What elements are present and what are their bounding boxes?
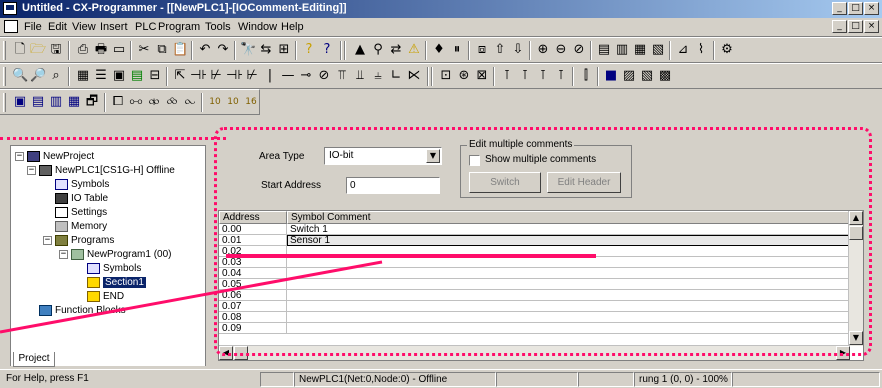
annotation-pointer-line bbox=[0, 260, 383, 334]
annotation-overlay bbox=[0, 254, 596, 334]
